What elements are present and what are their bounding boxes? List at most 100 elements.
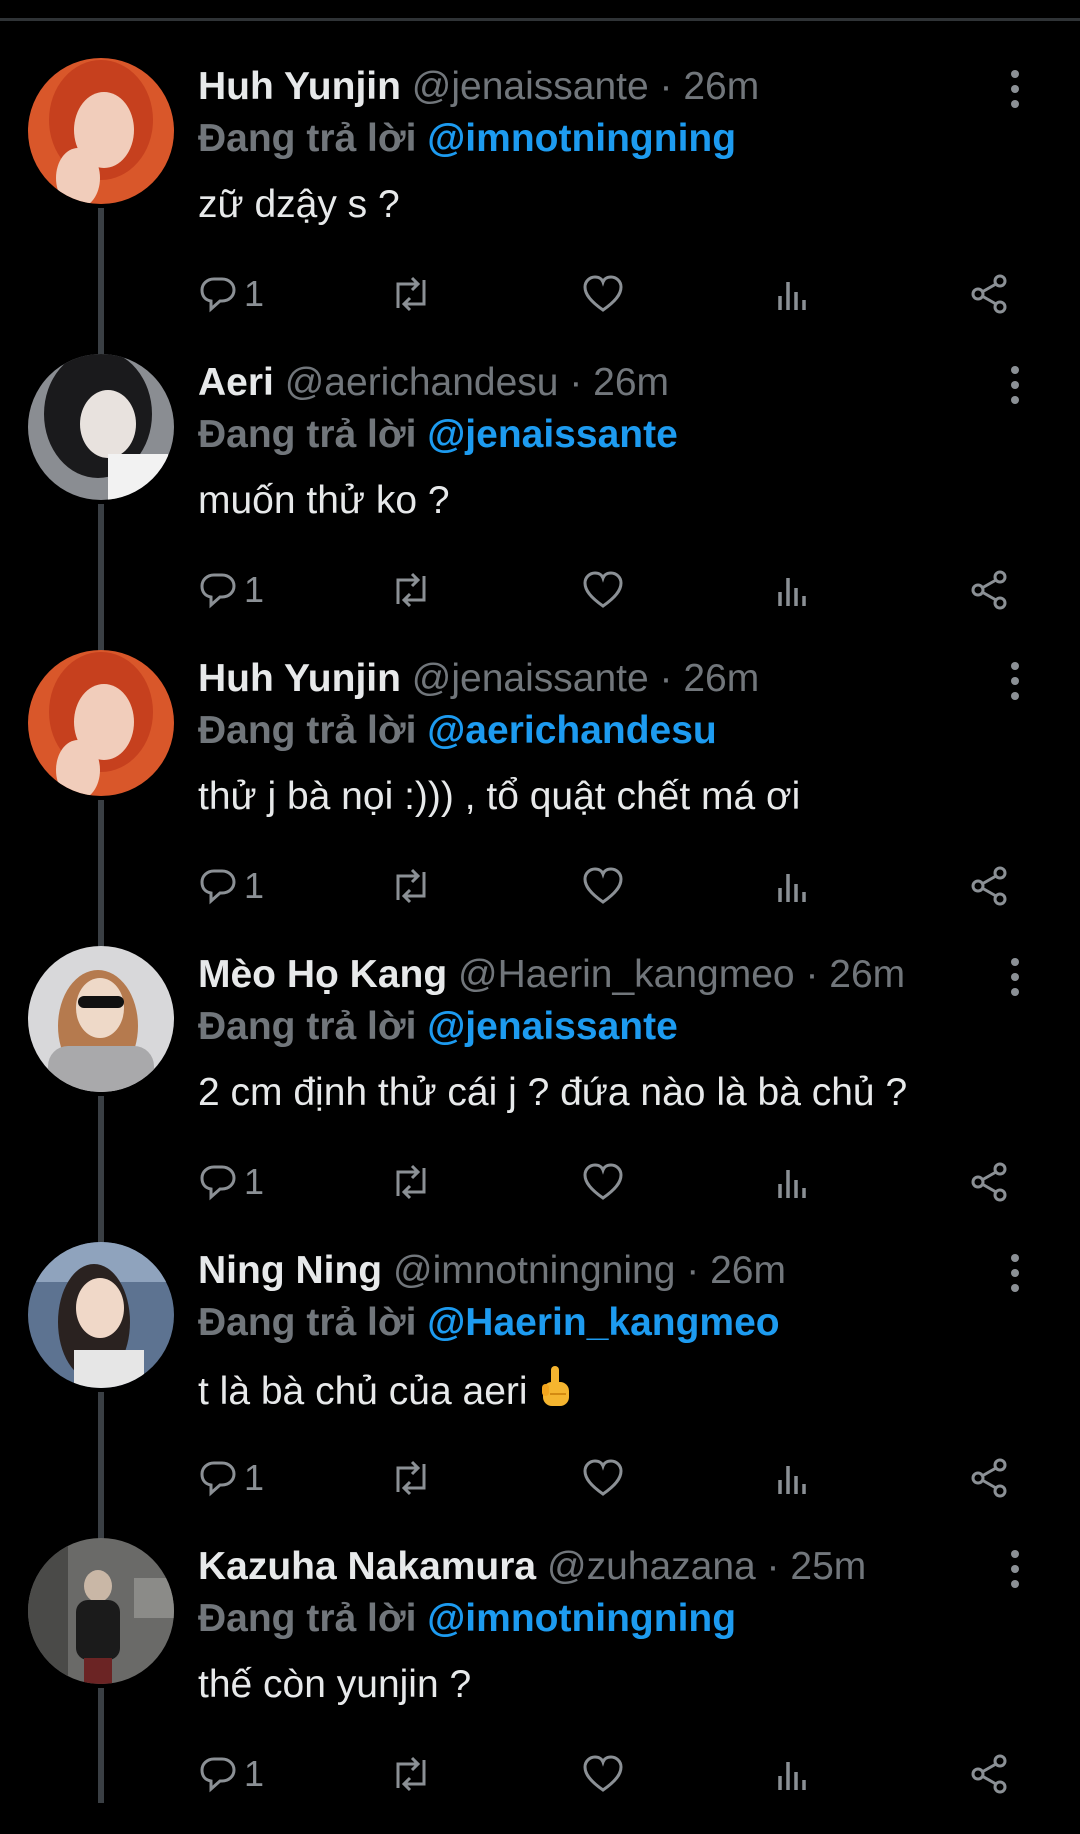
views-icon	[778, 578, 806, 606]
replying-to: Đang trả lời @jenaissante	[198, 1002, 678, 1052]
replying-to: Đang trả lời @Haerin_kangmeo	[198, 1298, 780, 1348]
middle-finger-emoji-icon	[542, 1366, 570, 1406]
tweet[interactable]: Mèo Họ Kang @Haerin_kangmeo · 26m Đang t…	[0, 946, 1080, 1252]
avatar[interactable]	[28, 650, 174, 796]
tweet[interactable]: Aeri @aerichandesu · 26m Đang trả lời @j…	[0, 354, 1080, 660]
retweet-button[interactable]	[388, 1746, 434, 1802]
thread-line	[98, 800, 104, 956]
display-name[interactable]: Mèo Họ Kang	[198, 953, 447, 996]
tweet-text: 2 cm định thử cái j ? đứa nào là bà chủ …	[198, 1071, 908, 1114]
tweet-text: t là bà chủ của aeri	[198, 1364, 572, 1417]
like-button[interactable]	[582, 1450, 624, 1506]
more-icon[interactable]	[1010, 70, 1020, 108]
share-icon	[971, 866, 1007, 906]
replying-to-handle[interactable]: @imnotningning	[427, 117, 736, 160]
handle-time: @aerichandesu · 26m	[284, 361, 670, 404]
retweet-icon	[396, 1756, 426, 1792]
views-button[interactable]	[776, 266, 812, 322]
thread-line	[98, 208, 104, 364]
share-icon	[971, 1754, 1007, 1794]
retweet-button[interactable]	[388, 1450, 434, 1506]
like-button[interactable]	[582, 858, 624, 914]
share-button[interactable]	[968, 1746, 1010, 1802]
tweet-text: thế còn yunjin ?	[198, 1663, 472, 1706]
retweet-button[interactable]	[388, 858, 434, 914]
like-button[interactable]	[582, 1746, 624, 1802]
more-icon[interactable]	[1010, 366, 1020, 404]
reply-icon	[200, 573, 236, 609]
tweet-text: zữ dzậy s ?	[198, 183, 400, 226]
like-icon	[583, 867, 623, 904]
share-icon	[971, 570, 1007, 610]
share-button[interactable]	[968, 1450, 1010, 1506]
tweet[interactable]: Huh Yunjin @jenaissante · 26m Đang trả l…	[0, 58, 1080, 364]
replying-to-handle[interactable]: @Haerin_kangmeo	[427, 1301, 779, 1344]
avatar[interactable]	[28, 946, 174, 1092]
reply-icon	[200, 1461, 236, 1497]
tweet-header: Aeri @aerichandesu · 26m	[198, 358, 669, 408]
display-name[interactable]: Huh Yunjin	[198, 657, 401, 700]
tweet-header: Kazuha Nakamura @zuhazana · 25m	[198, 1542, 866, 1592]
handle-time: @jenaissante · 26m	[411, 657, 760, 700]
tweet[interactable]: Kazuha Nakamura @zuhazana · 25m Đang trả…	[0, 1538, 1080, 1834]
replying-to-handle[interactable]: @imnotningning	[427, 1597, 736, 1640]
more-icon[interactable]	[1010, 662, 1020, 700]
tweet-actions: 1	[198, 1450, 1018, 1506]
views-button[interactable]	[776, 1450, 812, 1506]
tweet-text: muốn thử ko ?	[198, 479, 450, 522]
more-icon[interactable]	[1010, 1254, 1020, 1292]
like-icon	[583, 1755, 623, 1792]
views-button[interactable]	[776, 562, 812, 618]
like-icon	[583, 571, 623, 608]
reply-button[interactable]: 1	[198, 562, 264, 618]
like-icon	[583, 1459, 623, 1496]
reply-icon	[200, 869, 236, 905]
retweet-icon	[396, 868, 426, 904]
reply-button[interactable]: 1	[198, 1450, 264, 1506]
retweet-button[interactable]	[388, 266, 434, 322]
display-name[interactable]: Aeri	[198, 361, 274, 404]
share-button[interactable]	[968, 562, 1010, 618]
reply-button[interactable]: 1	[198, 1746, 264, 1802]
avatar[interactable]	[28, 354, 174, 500]
tweet[interactable]: Ning Ning @imnotningning · 26m Đang trả …	[0, 1242, 1080, 1548]
like-button[interactable]	[582, 562, 624, 618]
views-button[interactable]	[776, 1746, 812, 1802]
display-name[interactable]: Kazuha Nakamura	[198, 1545, 536, 1588]
avatar[interactable]	[28, 58, 174, 204]
views-icon	[778, 1466, 806, 1494]
replying-to-handle[interactable]: @jenaissante	[427, 413, 677, 456]
tweet[interactable]: Huh Yunjin @jenaissante · 26m Đang trả l…	[0, 650, 1080, 956]
handle-time: @zuhazana · 25m	[546, 1545, 867, 1588]
reply-button[interactable]: 1	[198, 858, 264, 914]
like-button[interactable]	[582, 266, 624, 322]
thread-line	[98, 1392, 104, 1548]
replying-to-handle[interactable]: @jenaissante	[427, 1005, 677, 1048]
retweet-icon	[396, 276, 426, 312]
tweet-header: Ning Ning @imnotningning · 26m	[198, 1246, 786, 1296]
reply-thread: Huh Yunjin @jenaissante · 26m Đang trả l…	[0, 0, 1080, 1803]
share-button[interactable]	[968, 266, 1010, 322]
retweet-button[interactable]	[388, 1154, 434, 1210]
more-icon[interactable]	[1010, 958, 1020, 996]
tweet-text: thử j bà nọi :))) , tổ quật chết má ơi	[198, 775, 801, 818]
tweet-header: Mèo Họ Kang @Haerin_kangmeo · 26m	[198, 950, 905, 1000]
reply-button[interactable]: 1	[198, 1154, 264, 1210]
views-button[interactable]	[776, 1154, 812, 1210]
avatar[interactable]	[28, 1242, 174, 1388]
replying-to-handle[interactable]: @aerichandesu	[427, 709, 716, 752]
reply-count: 1	[244, 865, 265, 906]
display-name[interactable]: Huh Yunjin	[198, 65, 401, 108]
reply-button[interactable]: 1	[198, 266, 264, 322]
retweet-icon	[396, 1164, 426, 1200]
handle-time: @Haerin_kangmeo · 26m	[458, 953, 906, 996]
more-icon[interactable]	[1010, 1550, 1020, 1588]
views-button[interactable]	[776, 858, 812, 914]
replying-to: Đang trả lời @imnotningning	[198, 114, 736, 164]
retweet-button[interactable]	[388, 562, 434, 618]
display-name[interactable]: Ning Ning	[198, 1249, 382, 1292]
share-button[interactable]	[968, 1154, 1010, 1210]
like-button[interactable]	[582, 1154, 624, 1210]
avatar[interactable]	[28, 1538, 174, 1684]
share-button[interactable]	[968, 858, 1010, 914]
